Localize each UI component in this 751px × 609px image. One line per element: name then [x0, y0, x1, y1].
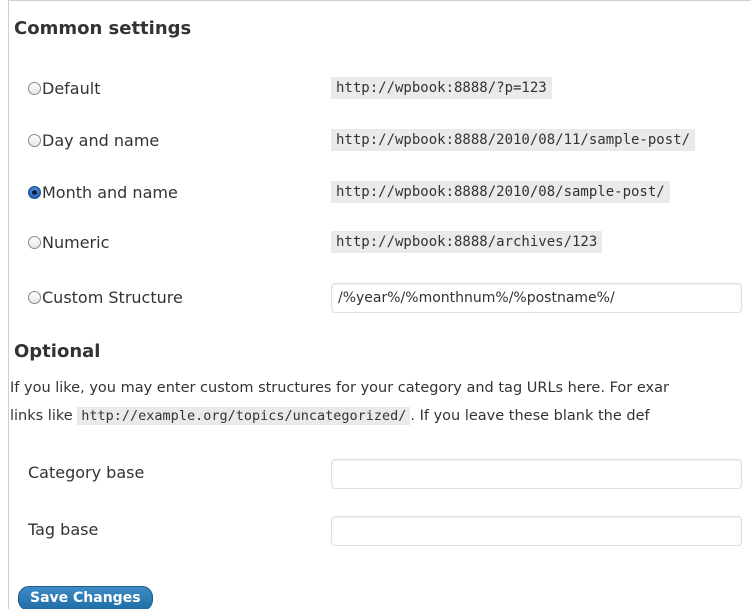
numeric-radio[interactable] [28, 235, 41, 249]
permalink-option-numeric[interactable]: Numeric [28, 230, 109, 254]
category-base-label: Category base [28, 463, 145, 482]
description-example-url: http://example.org/topics/uncategorized/ [77, 407, 411, 425]
optional-description-line2: links like http://example.org/topics/unc… [10, 407, 650, 425]
description-trailing-text: . If you leave these blank the def [410, 408, 650, 424]
permalink-option-default[interactable]: Default [28, 76, 100, 100]
optional-heading: Optional [14, 341, 101, 362]
day-and-name-label: Day and name [42, 130, 160, 150]
default-example-url: http://wpbook:8888/?p=123 [331, 77, 552, 99]
day-and-name-radio[interactable] [28, 133, 41, 147]
category-base-input[interactable] [331, 459, 742, 489]
description-lead-text: links like [10, 408, 73, 424]
numeric-example-url: http://wpbook:8888/archives/123 [331, 231, 603, 253]
month-and-name-radio[interactable] [28, 185, 41, 199]
day-and-name-example-url: http://wpbook:8888/2010/08/11/sample-pos… [331, 129, 696, 151]
common-settings-heading: Common settings [14, 18, 192, 39]
custom-structure-label: Custom Structure [42, 287, 183, 307]
permalink-option-custom-structure[interactable]: Custom Structure [28, 285, 183, 309]
permalink-option-day-and-name[interactable]: Day and name [28, 128, 159, 152]
custom-structure-input[interactable]: /%year%/%monthnum%/%postname%/ [331, 283, 742, 313]
numeric-label: Numeric [42, 232, 110, 252]
default-radio[interactable] [28, 81, 41, 95]
default-label: Default [42, 78, 101, 98]
tag-base-input[interactable] [331, 516, 742, 546]
optional-description-line1: If you like, you may enter custom struct… [10, 380, 669, 396]
month-and-name-example-url: http://wpbook:8888/2010/08/sample-post/ [331, 181, 670, 203]
custom-structure-radio[interactable] [28, 290, 41, 304]
month-and-name-label: Month and name [42, 182, 178, 202]
save-changes-button[interactable]: Save Changes [18, 586, 153, 609]
permalink-option-month-and-name[interactable]: Month and name [28, 180, 178, 204]
tag-base-label: Tag base [28, 520, 99, 539]
